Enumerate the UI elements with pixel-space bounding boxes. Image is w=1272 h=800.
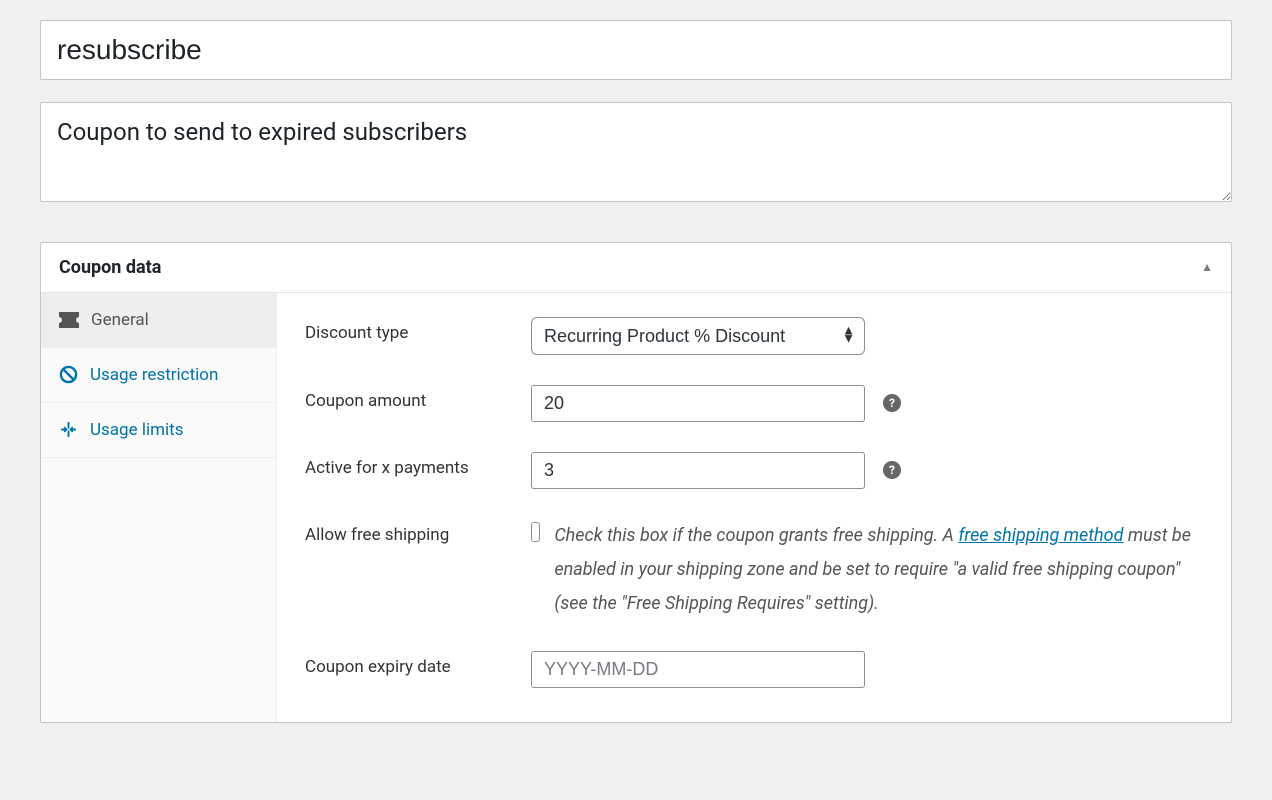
expiry-date-label: Coupon expiry date (305, 651, 531, 677)
help-icon[interactable]: ? (883, 394, 901, 412)
coupon-description-textarea[interactable]: Coupon to send to expired subscribers (40, 102, 1232, 202)
coupon-amount-input[interactable] (531, 385, 865, 422)
metabox-toggle[interactable]: Coupon data ▲ (41, 243, 1231, 293)
tab-general[interactable]: General (41, 293, 276, 348)
general-panel: Discount type Recurring Product % Discou… (277, 293, 1231, 723)
coupon-tabs: General Usage restriction Usage limits (41, 293, 277, 723)
tab-label: Usage restriction (90, 364, 218, 386)
collapse-icon: ▲ (1201, 260, 1213, 274)
coupon-amount-label: Coupon amount (305, 385, 531, 411)
ban-icon (59, 365, 78, 384)
free-shipping-label: Allow free shipping (305, 519, 531, 545)
tab-usage-restriction[interactable]: Usage restriction (41, 348, 276, 403)
discount-type-label: Discount type (305, 317, 531, 343)
ticket-icon (59, 312, 79, 328)
active-for-x-label: Active for x payments (305, 452, 531, 478)
free-shipping-description: Check this box if the coupon grants free… (554, 519, 1203, 622)
coupon-title-input[interactable] (40, 20, 1232, 80)
coupon-data-metabox: Coupon data ▲ General Usage restriction (40, 242, 1232, 724)
free-shipping-checkbox[interactable] (531, 522, 540, 542)
help-icon[interactable]: ? (883, 461, 901, 479)
limits-icon (59, 420, 78, 439)
tab-label: General (91, 309, 149, 331)
discount-type-select[interactable]: Recurring Product % Discount (531, 317, 865, 355)
metabox-title: Coupon data (59, 257, 161, 278)
free-shipping-method-link[interactable]: free shipping method (958, 525, 1123, 546)
active-for-x-input[interactable] (531, 452, 865, 489)
expiry-date-input[interactable] (531, 651, 865, 688)
tab-label: Usage limits (90, 419, 183, 441)
tab-usage-limits[interactable]: Usage limits (41, 403, 276, 458)
